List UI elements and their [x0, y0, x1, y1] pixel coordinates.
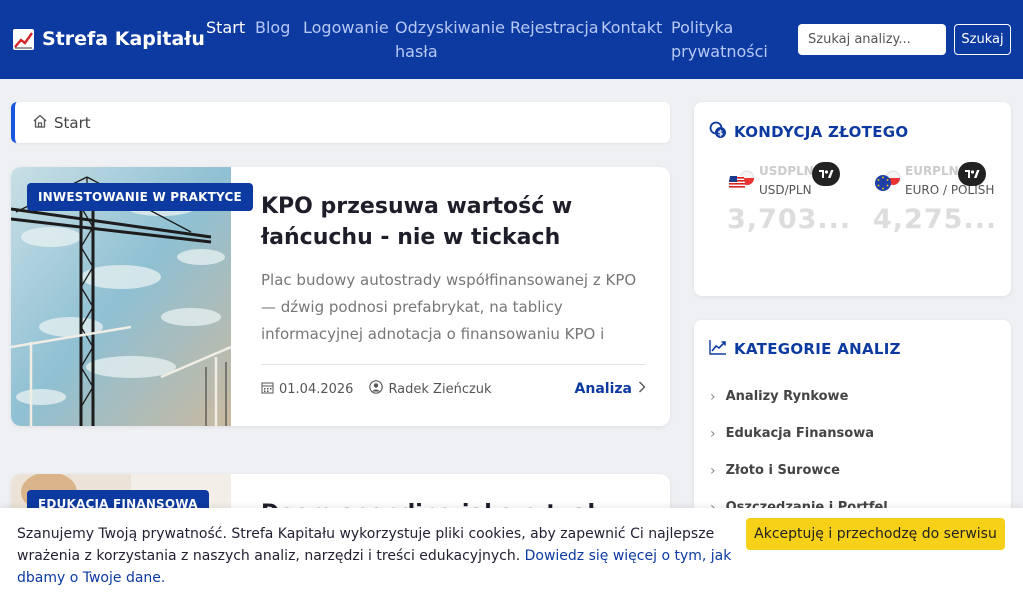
cookie-accept-button[interactable]: Akceptuję i przechodzę do serwisu [746, 518, 1005, 550]
chevron-right-icon: › [710, 462, 716, 479]
tradingview-icon[interactable] [812, 162, 840, 186]
article-divider [261, 364, 646, 365]
nav-link-privacy-policy[interactable]: Polityka prywatności [671, 16, 768, 64]
nav-link-password-recovery-line2: hasła [395, 42, 438, 61]
breadcrumb-start[interactable]: Start [54, 114, 91, 132]
chevron-right-icon: › [710, 425, 716, 442]
ticker-name: EURO / POLISH [905, 183, 995, 197]
eu-pl-flag-icon [873, 170, 903, 192]
ticker-usdpln[interactable]: USDPLN USD/PLN 3,703... [727, 162, 857, 242]
article-date-text: 01.04.2026 [279, 381, 354, 397]
user-icon [369, 380, 384, 398]
trend-chart-icon [709, 339, 727, 359]
top-navbar: Strefa Kapitału Start Blog Logowanie Odz… [0, 0, 1023, 79]
nav-link-register[interactable]: Rejestracja [510, 16, 599, 40]
categories-widget-header: KATEGORIE ANALIZ [709, 339, 901, 359]
nav-link-privacy-line1: Polityka [671, 18, 734, 37]
article-excerpt: Plac budowy autostrady współfinansowanej… [261, 271, 637, 343]
cookie-consent-bar: Szanujemy Twoją prywatność. Strefa Kapit… [0, 508, 1023, 598]
ticker-value: 4,275... [873, 204, 998, 235]
category-label: Edukacja Finansowa [725, 426, 874, 441]
read-analysis-link[interactable]: Analiza [575, 381, 646, 397]
tradingview-icon[interactable] [958, 162, 986, 186]
category-badge[interactable]: INWESTOWANIE W PRAKTYCE [27, 183, 253, 211]
nav-link-blog[interactable]: Blog [255, 16, 290, 40]
ticker-name: USD/PLN [759, 183, 812, 197]
coins-icon: $ [709, 121, 727, 143]
chevron-right-icon [638, 381, 646, 397]
brand-name: Strefa Kapitału [42, 28, 205, 50]
currency-widget: $ KONDYCJA ZŁOTEGO USDPLN USD/PLN 3,703.… [694, 102, 1011, 296]
calendar-icon [261, 381, 274, 398]
category-label: Złoto i Surowce [725, 463, 840, 478]
search-button[interactable]: Szukaj [954, 24, 1011, 55]
nav-link-password-recovery-line1: Odzyskiwanie [395, 18, 505, 37]
chevron-right-icon: › [710, 388, 716, 405]
article-body: KPO przesuwa wartość w łańcuchu - nie w … [261, 167, 646, 398]
category-item[interactable]: › Złoto i Surowce [710, 452, 888, 489]
article-card[interactable]: INWESTOWANIE W PRAKTYCE KPO przesuwa war… [11, 167, 670, 426]
article-meta: 01.04.2026 Radek Zieńczuk Analiza [261, 380, 646, 398]
svg-text:$: $ [718, 129, 724, 138]
nav-link-login[interactable]: Logowanie [303, 16, 389, 40]
ticker-eurpln[interactable]: EURPLN EURO / POLISH 4,275... [873, 162, 1003, 242]
categories-widget-title: KATEGORIE ANALIZ [734, 340, 901, 358]
article-author-text: Radek Zieńczuk [388, 381, 492, 397]
category-item[interactable]: › Analizy Rynkowe [710, 378, 888, 415]
cookie-text: Szanujemy Twoją prywatność. Strefa Kapit… [17, 523, 742, 589]
ticker-value: 3,703... [727, 204, 852, 235]
brand-logo[interactable]: Strefa Kapitału [13, 28, 205, 50]
chart-trend-icon [13, 28, 34, 50]
article-title[interactable]: KPO przesuwa wartość w łańcuchu - nie w … [261, 191, 646, 253]
us-pl-flag-icon [727, 170, 757, 192]
nav-link-start[interactable]: Start [206, 16, 245, 40]
nav-link-privacy-line2: prywatności [671, 42, 768, 61]
home-icon[interactable] [32, 113, 48, 133]
ticker-symbol: USDPLN [759, 164, 814, 178]
category-label: Analizy Rynkowe [725, 389, 849, 404]
breadcrumb: Start [11, 102, 670, 143]
category-list: › Analizy Rynkowe › Edukacja Finansowa › Zł… [710, 378, 888, 526]
nav-link-password-recovery[interactable]: Odzyskiwanie hasła [395, 16, 505, 64]
ticker-symbol: EURPLN [905, 164, 959, 178]
nav-link-contact[interactable]: Kontakt [601, 16, 662, 40]
read-analysis-label: Analiza [574, 381, 632, 397]
category-item[interactable]: › Edukacja Finansowa [710, 415, 888, 452]
article-date: 01.04.2026 [261, 381, 353, 398]
currency-widget-title: KONDYCJA ZŁOTEGO [734, 123, 909, 141]
article-author: Radek Zieńczuk [369, 380, 492, 398]
currency-widget-header: $ KONDYCJA ZŁOTEGO [709, 121, 908, 143]
search-input[interactable] [798, 24, 946, 55]
